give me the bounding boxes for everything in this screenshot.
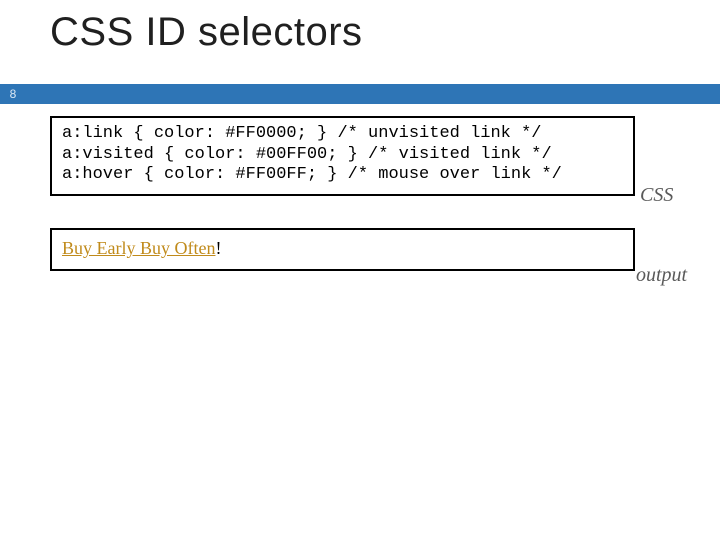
accent-bar (0, 84, 720, 104)
slide: CSS ID selectors 8 a:link { color: #FF00… (0, 0, 720, 540)
css-code-block: a:link { color: #FF0000; } /* unvisited … (50, 116, 635, 196)
output-block: Buy Early Buy Often! (50, 228, 635, 271)
output-suffix: ! (215, 238, 221, 258)
code-label: CSS (640, 184, 673, 207)
output-label: output (636, 264, 687, 287)
example-link[interactable]: Buy Early Buy Often (62, 238, 215, 258)
code-line-1: a:link { color: #FF0000; } /* unvisited … (62, 124, 541, 143)
slide-title: CSS ID selectors (50, 10, 363, 55)
code-line-3: a:hover { color: #FF00FF; } /* mouse ove… (62, 165, 562, 184)
page-number-badge: 8 (0, 84, 26, 104)
code-line-2: a:visited { color: #00FF00; } /* visited… (62, 145, 552, 164)
